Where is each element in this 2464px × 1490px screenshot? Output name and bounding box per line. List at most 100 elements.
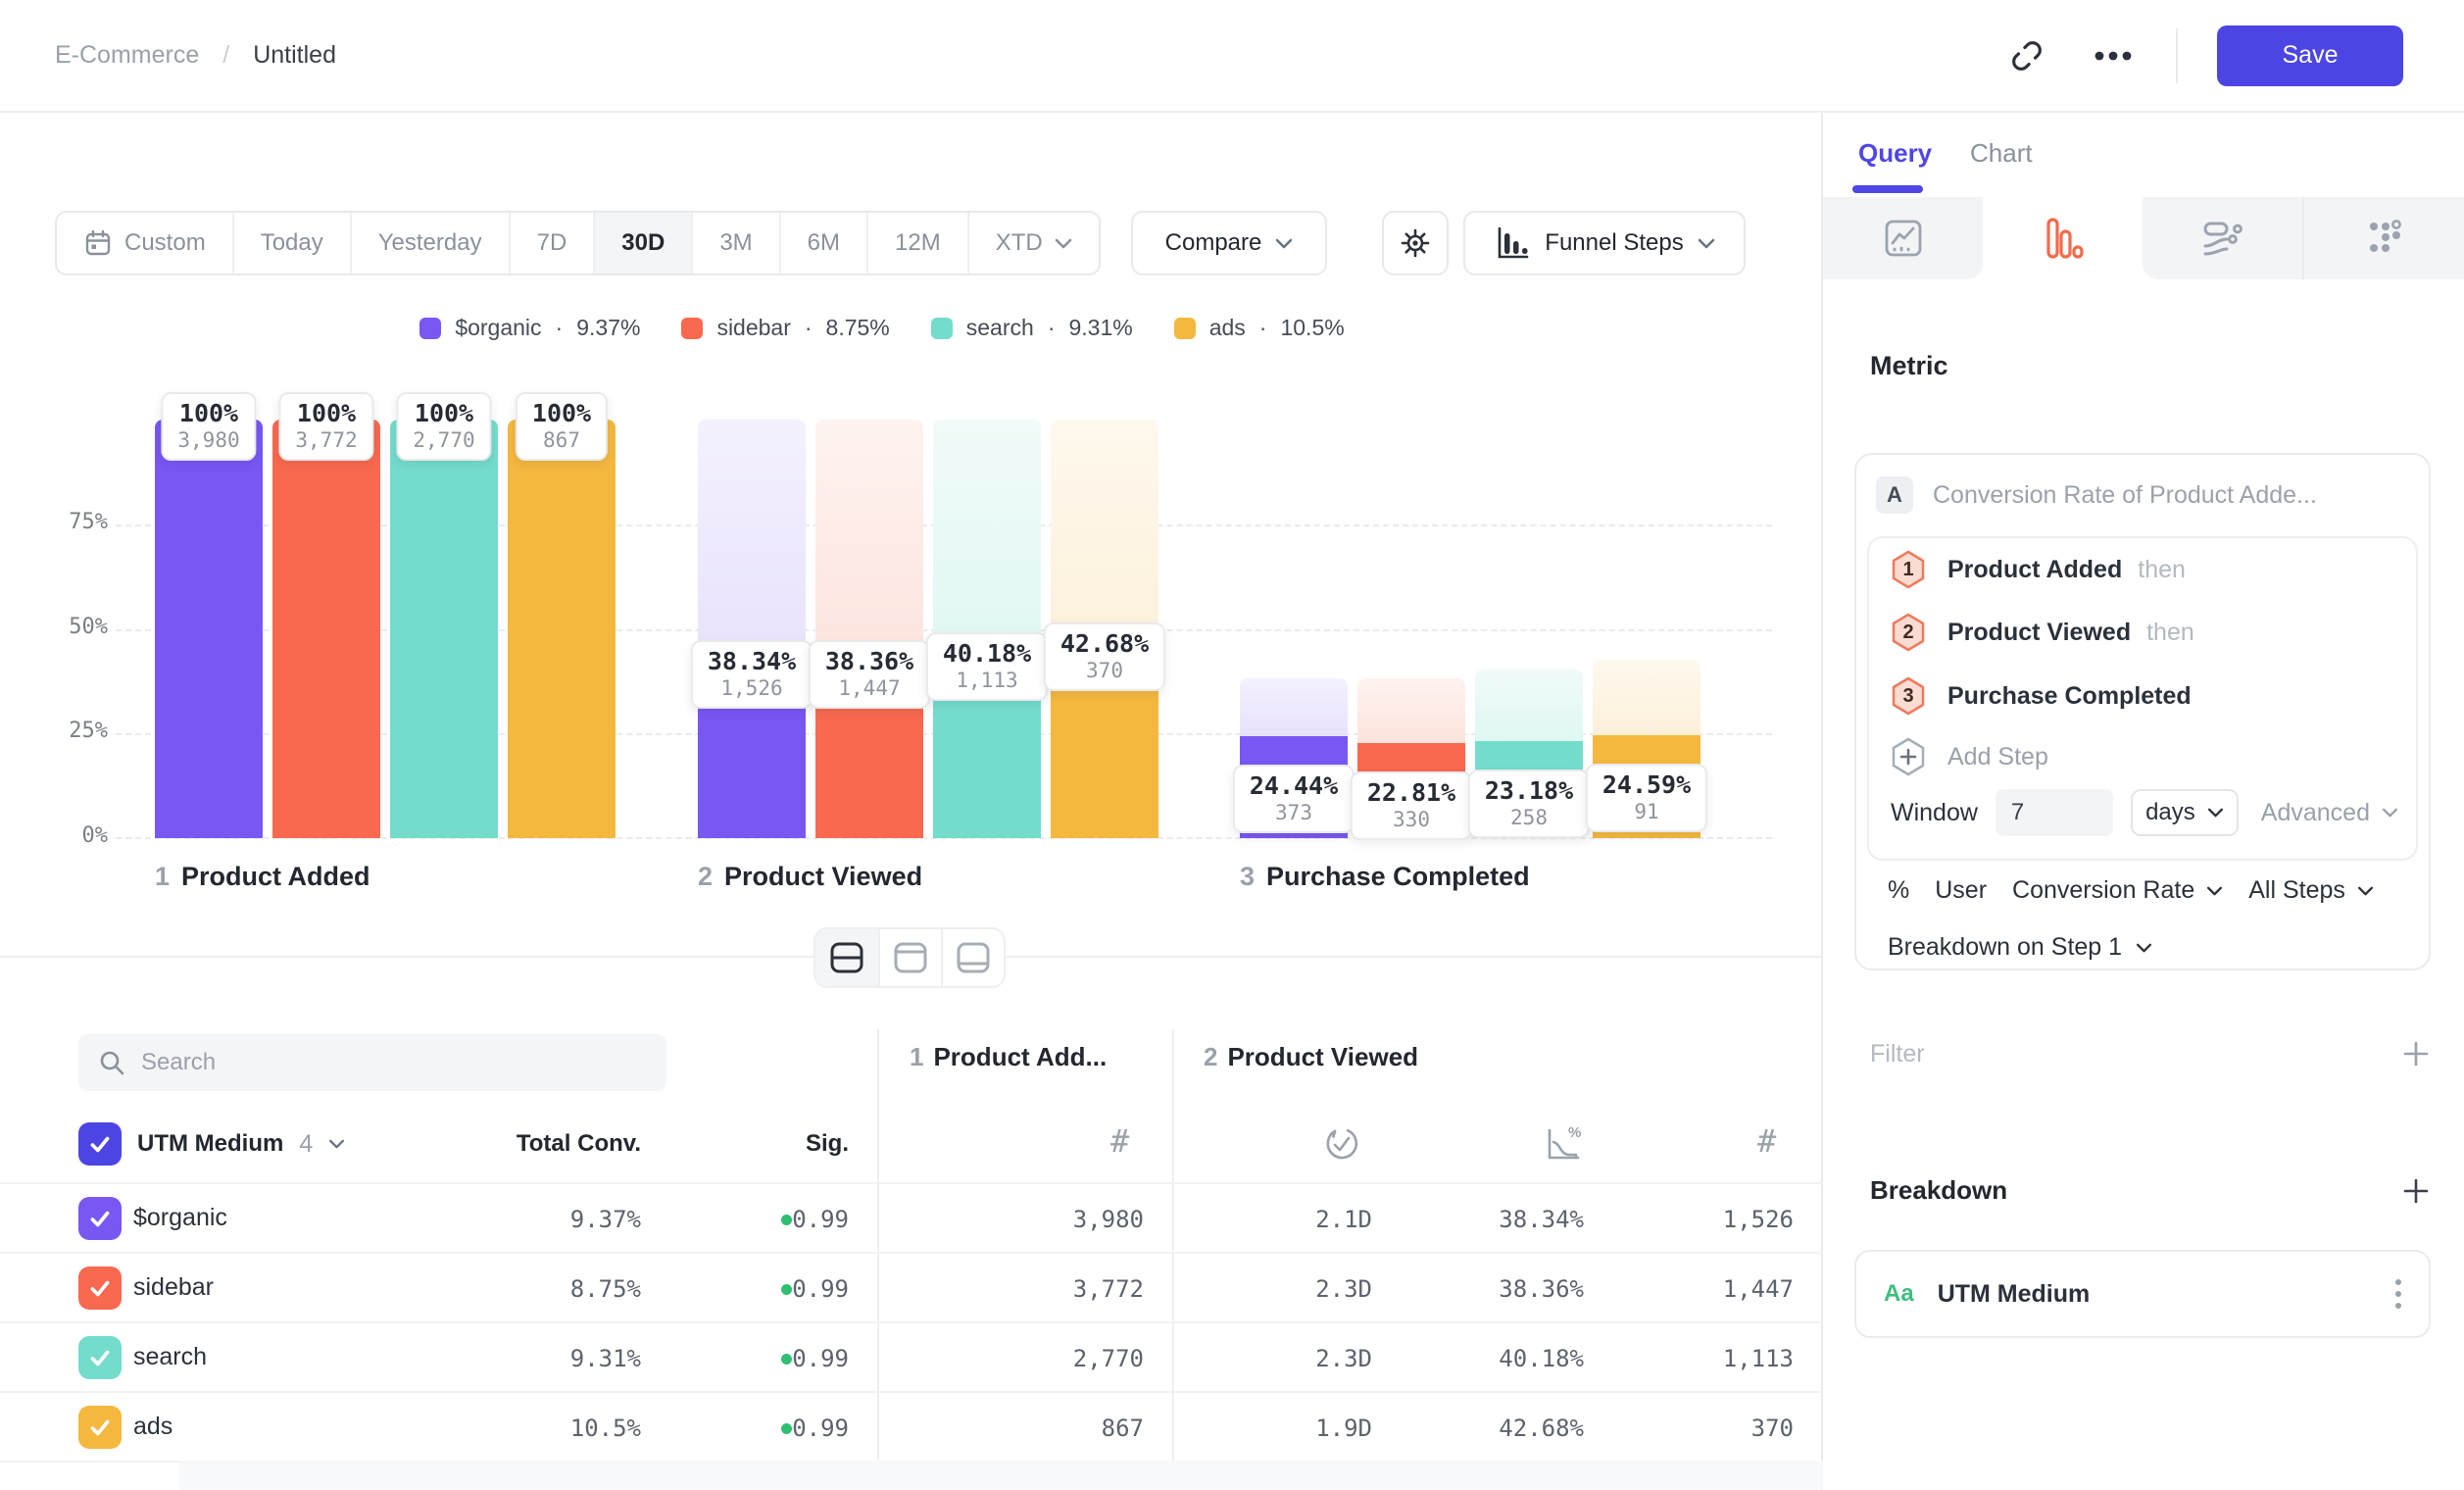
metric-type-select[interactable]: Conversion Rate xyxy=(2012,876,2223,905)
row-sig: 0.99 xyxy=(790,1275,849,1303)
funnel-bar-sidebar-step1[interactable] xyxy=(272,420,380,838)
save-button[interactable]: Save xyxy=(2217,25,2403,86)
date-range-30d[interactable]: 30D xyxy=(593,213,691,273)
add-step-button[interactable]: Add Step xyxy=(1891,735,2048,778)
row-checkbox[interactable] xyxy=(78,1406,122,1449)
legend-item[interactable]: ads·10.5% xyxy=(1174,315,1345,341)
tab-chart[interactable]: Chart xyxy=(1970,138,2033,169)
breakdown-label: Breakdown xyxy=(1870,1175,2007,1206)
row-checkbox[interactable] xyxy=(78,1336,122,1379)
chart-settings-button[interactable] xyxy=(1382,211,1449,275)
kebab-menu-icon[interactable] xyxy=(2395,1279,2401,1309)
date-range-6m[interactable]: 6M xyxy=(779,213,866,273)
add-breakdown-button[interactable] xyxy=(2401,1176,2431,1206)
chart-type-line-button[interactable] xyxy=(1823,197,1983,279)
funnel-bar-$organic-step1[interactable] xyxy=(155,420,263,838)
legend-swatch xyxy=(419,318,441,339)
window-unit-select[interactable]: days xyxy=(2131,789,2239,836)
breakdown-property-card[interactable]: Aa UTM Medium xyxy=(1854,1250,2431,1338)
search-icon xyxy=(98,1049,125,1076)
add-filter-button[interactable] xyxy=(2401,1039,2431,1068)
bar-value-label: 100%867 xyxy=(516,392,608,461)
compare-button[interactable]: Compare xyxy=(1131,211,1327,275)
chart-type-strip xyxy=(1823,197,2464,279)
funnel-drop-area xyxy=(698,420,806,677)
search-input[interactable] xyxy=(141,1049,647,1076)
step-hexagon-badge: 1 xyxy=(1891,550,1926,589)
counting-method[interactable]: User xyxy=(1935,876,1987,905)
legend-item[interactable]: search·9.31% xyxy=(931,315,1133,341)
steps-scope-select[interactable]: All Steps xyxy=(2248,876,2374,905)
tab-query[interactable]: Query xyxy=(1858,138,1932,169)
conv-rate-column-icon[interactable]: % xyxy=(1541,1122,1584,1166)
select-all-checkbox[interactable] xyxy=(78,1122,122,1166)
count-column-icon[interactable]: # xyxy=(1757,1122,1776,1160)
row-sig: 0.99 xyxy=(790,1206,849,1233)
date-range-label: Custom xyxy=(124,229,206,257)
date-range-group: Custom Today Yesterday 7D 30D 3M 6M 12M … xyxy=(55,211,1101,275)
bottom-panel-icon xyxy=(956,941,991,974)
legend-item[interactable]: sidebar·8.75% xyxy=(681,315,889,341)
date-range-xtd[interactable]: XTD xyxy=(967,213,1099,273)
chart-legend: $organic·9.37% sidebar·8.75% search·9.31… xyxy=(0,315,1764,341)
legend-item[interactable]: $organic·9.37% xyxy=(419,315,640,341)
chart-type-flow-button[interactable] xyxy=(2143,197,2302,279)
table-row[interactable]: ads 10.5% 0.99 867 1.9D 42.68% 370 xyxy=(0,1391,1823,1461)
funnel-step-row-3[interactable]: 3 Purchase Completed xyxy=(1891,674,2207,718)
window-value-input[interactable] xyxy=(1996,789,2113,836)
bar-value-label: 38.36%1,447 xyxy=(809,640,930,709)
funnel-bar-search-step1[interactable] xyxy=(390,420,498,838)
chevron-down-icon[interactable] xyxy=(328,1139,345,1149)
row-step1-count: 3,980 xyxy=(948,1206,1144,1233)
breakdown-step-select[interactable]: Breakdown on Step 1 xyxy=(1888,933,2152,962)
count-column-icon[interactable]: # xyxy=(1110,1122,1129,1160)
share-link-button[interactable] xyxy=(2003,32,2050,79)
string-type-icon: Aa xyxy=(1884,1280,1914,1308)
breadcrumb-project[interactable]: E-Commerce xyxy=(55,41,199,70)
calendar-icon xyxy=(83,228,113,258)
table-row[interactable]: sidebar 8.75% 0.99 3,772 2.3D 38.36% 1,4… xyxy=(0,1252,1823,1321)
funnel-step-row-2[interactable]: 2 Product Viewed then xyxy=(1891,611,2194,654)
legend-swatch xyxy=(681,318,703,339)
date-range-custom[interactable]: Custom xyxy=(57,213,232,273)
chart-type-button[interactable]: Funnel Steps xyxy=(1463,211,1746,275)
top-panel-icon xyxy=(893,941,928,974)
table-row[interactable]: $organic 9.37% 0.99 3,980 2.1D 38.34% 1,… xyxy=(0,1182,1823,1252)
date-range-today[interactable]: Today xyxy=(232,213,350,273)
layout-chart-only-button[interactable] xyxy=(878,929,941,986)
avg-time-column-icon[interactable] xyxy=(1321,1123,1362,1165)
funnel-step-label-3: 3Purchase Completed xyxy=(1240,862,1530,892)
advanced-toggle[interactable]: Advanced xyxy=(2261,799,2398,827)
date-range-yesterday[interactable]: Yesterday xyxy=(350,213,509,273)
chevron-down-icon xyxy=(1275,238,1293,249)
table-row[interactable]: search 9.31% 0.99 2,770 2.3D 40.18% 1,11… xyxy=(0,1321,1823,1391)
funnel-bar-ads-step1[interactable] xyxy=(508,420,616,838)
percent-symbol: % xyxy=(1888,876,1909,905)
funnel-step-row-1[interactable]: 1 Product Added then xyxy=(1891,548,2186,591)
sig-column-header[interactable]: Sig. xyxy=(751,1130,849,1158)
layout-table-only-button[interactable] xyxy=(941,929,1004,986)
svg-text:%: % xyxy=(1568,1124,1581,1141)
date-range-7d[interactable]: 7D xyxy=(509,213,594,273)
funnel-drop-area xyxy=(1593,660,1700,735)
chart-type-scatter-button[interactable] xyxy=(2302,197,2464,279)
chart-type-funnel-button[interactable] xyxy=(1983,197,2143,279)
table-scroll-track[interactable] xyxy=(179,1461,1823,1490)
more-menu-button[interactable] xyxy=(2090,32,2137,79)
metric-title[interactable]: Conversion Rate of Product Adde... xyxy=(1933,481,2317,510)
row-checkbox[interactable] xyxy=(78,1266,122,1310)
funnel-drop-area xyxy=(815,420,923,677)
layout-toggle-group xyxy=(813,927,1006,988)
row-name: ads xyxy=(133,1413,172,1441)
row-checkbox[interactable] xyxy=(78,1197,122,1240)
total-conv-column-header[interactable]: Total Conv. xyxy=(445,1130,641,1158)
date-range-12m[interactable]: 12M xyxy=(866,213,967,273)
row-step1-count: 2,770 xyxy=(948,1345,1144,1372)
layout-split-button[interactable] xyxy=(815,929,878,986)
y-axis-tick: 50% xyxy=(47,615,108,639)
gear-icon xyxy=(1398,225,1433,261)
breadcrumb-title[interactable]: Untitled xyxy=(253,41,336,70)
date-range-3m[interactable]: 3M xyxy=(691,213,778,273)
group-column-label[interactable]: UTM Medium xyxy=(137,1130,283,1158)
bar-value-label: 22.81%330 xyxy=(1351,771,1472,840)
